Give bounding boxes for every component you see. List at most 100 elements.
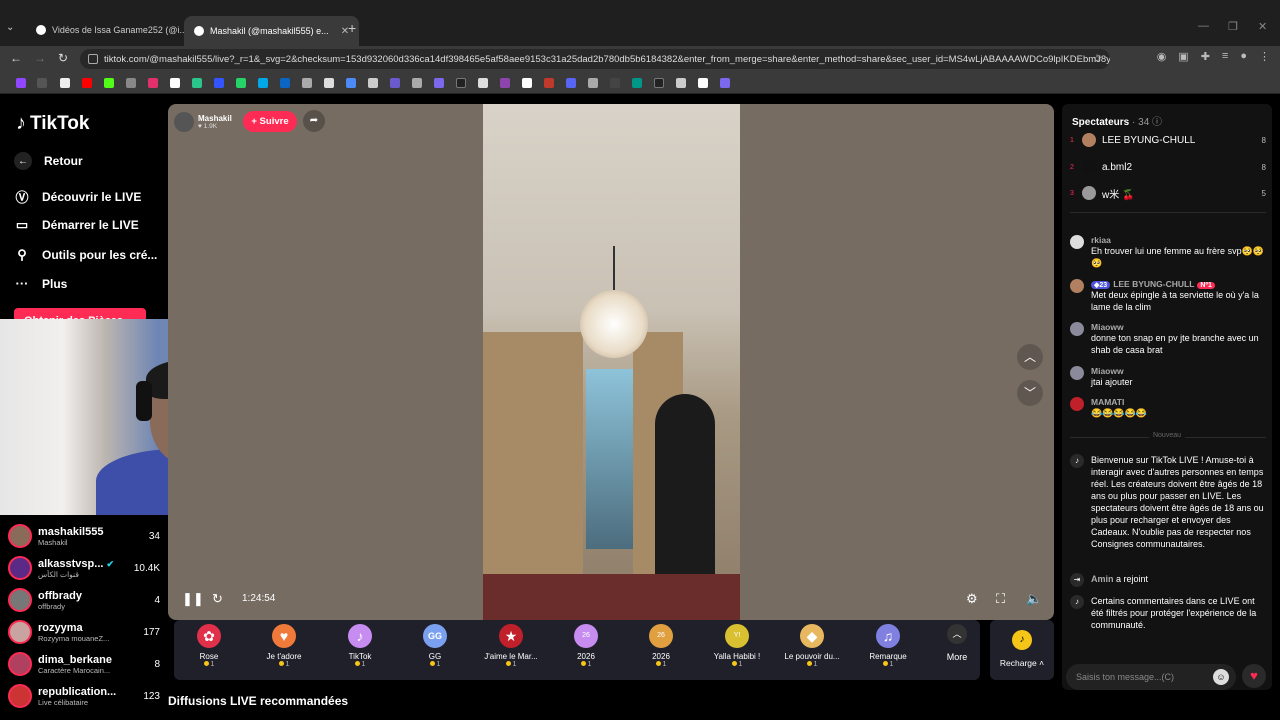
bookmark-icon[interactable] <box>280 78 290 88</box>
chat-message[interactable]: rkiaa Eh trouver lui une femme au frère … <box>1070 235 1266 269</box>
creator-item[interactable]: republication... Live célibataire 123 <box>8 680 160 712</box>
site-info-icon[interactable] <box>88 54 98 64</box>
chat-message[interactable]: ◆23 LEE BYUNG-CHULL Nº1 Met deux épingle à… <box>1070 279 1266 313</box>
bookmark-star-icon[interactable]: ☆ <box>1092 52 1102 65</box>
sidebar-item-more[interactable]: ··· Plus <box>14 276 68 291</box>
gift-item[interactable]: ♥ Je t'adore 1 <box>249 624 319 668</box>
bookmark-icon[interactable] <box>720 78 730 88</box>
creator-item[interactable]: dima_berkane Caractère Marocain... 8 <box>8 648 160 680</box>
joined-username[interactable]: Amin <box>1091 574 1114 584</box>
bookmark-icon[interactable] <box>258 78 268 88</box>
bookmark-icon[interactable] <box>170 78 180 88</box>
bookmark-icon[interactable] <box>522 78 532 88</box>
bookmark-icon[interactable] <box>126 78 136 88</box>
more-gifts-button[interactable]: ︿ More <box>942 624 972 662</box>
extension-icon[interactable]: ◉ <box>1157 50 1167 63</box>
gift-item[interactable]: Y! Yalla Habibi ! 1 <box>702 624 772 668</box>
bookmark-icon[interactable] <box>566 78 576 88</box>
pause-icon[interactable]: ❚❚ <box>182 591 204 607</box>
gift-item[interactable]: ♪ TikTok 1 <box>325 624 395 668</box>
sidebar-item-discover-live[interactable]: Ⓥ Découvrir le LIVE <box>14 187 141 206</box>
gift-item[interactable]: ◆ Le pouvoir du... 1 <box>777 624 847 668</box>
bookmark-icon[interactable] <box>632 78 642 88</box>
reload-icon[interactable]: ↻ <box>58 51 68 65</box>
browser-tab-active[interactable]: Mashakil (@mashakil555) e... ✕ <box>184 16 360 46</box>
bookmark-icon[interactable] <box>148 78 158 88</box>
sidebar-item-creator-tools[interactable]: ⚲ Outils pour les cré... <box>14 247 157 263</box>
top-viewer-row[interactable]: 3 w米 🍒 5 <box>1070 183 1266 203</box>
bookmark-icon[interactable] <box>412 78 422 88</box>
bookmark-icon[interactable] <box>16 78 26 88</box>
bookmark-icon[interactable] <box>544 78 554 88</box>
bookmark-icon[interactable] <box>104 78 114 88</box>
bookmark-icon[interactable] <box>302 78 312 88</box>
host-info[interactable]: Mashakil ♥ 1.9K <box>174 111 244 133</box>
like-heart-icon[interactable]: ♥ <box>1242 664 1266 688</box>
gift-item[interactable]: GG GG 1 <box>400 624 470 668</box>
tiktok-logo[interactable]: ♪ TikTok <box>16 112 89 135</box>
chevron-down-icon[interactable]: ﹀ <box>1017 380 1043 406</box>
gift-item[interactable]: ★ J'aime le Mar... 1 <box>476 624 546 668</box>
share-icon[interactable]: ➦ <box>303 110 325 132</box>
top-viewer-row[interactable]: 1 LEE BYUNG-CHULL 8 <box>1070 130 1266 150</box>
top-viewer-row[interactable]: 2 a.bml2 8 <box>1070 157 1266 177</box>
gift-item[interactable]: ♫ Remarque 1 <box>853 624 923 668</box>
bookmark-icon[interactable] <box>324 78 334 88</box>
follow-button[interactable]: + Suivre <box>243 111 297 132</box>
live-video-player[interactable]: Mashakil ♥ 1.9K + Suivre ➦ ︿ ﹀ ❚❚ ↻ 1:24… <box>168 104 1054 620</box>
viewers-header[interactable]: Spectateurs · 34 ⓘ <box>1072 113 1162 128</box>
bookmark-icon[interactable] <box>60 78 70 88</box>
gift-item[interactable]: 26 2026 1 <box>551 624 621 668</box>
bookmark-icon[interactable] <box>456 78 466 88</box>
bookmark-icon[interactable] <box>82 78 92 88</box>
back-arrow-icon[interactable]: ← <box>10 51 22 65</box>
menu-kebab-icon[interactable]: ⋮ <box>1259 50 1270 63</box>
sidebar-item-start-live[interactable]: ▭ Démarrer le LIVE <box>14 217 139 233</box>
emoji-icon[interactable]: ☺ <box>1213 669 1229 685</box>
puzzle-icon[interactable]: ✚ <box>1201 50 1210 63</box>
bookmark-icon[interactable] <box>500 78 510 88</box>
chat-message[interactable]: Miaoww jtai ajouter <box>1070 366 1266 388</box>
bookmark-icon[interactable] <box>434 78 444 88</box>
bookmark-icon[interactable] <box>236 78 246 88</box>
forward-arrow-icon[interactable]: → <box>34 51 46 65</box>
tab-search-icon[interactable]: ⌄ <box>6 22 14 33</box>
bookmark-icon[interactable] <box>676 78 686 88</box>
bookmark-icon[interactable] <box>368 78 378 88</box>
volume-icon[interactable]: 🔈 <box>1026 591 1042 607</box>
settings-icon[interactable]: ⚙ <box>966 591 978 607</box>
fullscreen-icon[interactable]: ⛶ <box>996 591 1005 607</box>
chat-message[interactable]: MAMATI 😂😂😂😂😂 <box>1070 397 1266 419</box>
chat-message-input[interactable]: Saisis ton message...(C) <box>1066 664 1236 690</box>
minimize-icon[interactable]: — <box>1198 20 1209 32</box>
address-bar[interactable]: tiktok.com/@mashakil555/live?_r=1&_svg=2… <box>80 49 1110 69</box>
chevron-up-icon[interactable]: ︿ <box>1017 344 1043 370</box>
media-icon[interactable]: ≡ <box>1222 50 1228 63</box>
close-window-icon[interactable]: ✕ <box>1258 20 1267 33</box>
bookmark-icon[interactable] <box>478 78 488 88</box>
back-button[interactable]: ← Retour <box>14 152 83 170</box>
extension-icon[interactable]: ▣ <box>1178 50 1188 63</box>
refresh-icon[interactable]: ↻ <box>212 591 223 607</box>
bookmark-icon[interactable] <box>37 78 47 88</box>
bookmark-icon[interactable] <box>698 78 708 88</box>
bookmark-icon[interactable] <box>214 78 224 88</box>
creator-item[interactable]: rozyyma Rozyyma mouaneZ... 177 <box>8 616 160 648</box>
bookmark-icon[interactable] <box>654 78 664 88</box>
bookmark-icon[interactable] <box>588 78 598 88</box>
profile-icon[interactable]: ● <box>1240 50 1247 63</box>
info-icon[interactable]: ⓘ <box>1152 117 1162 128</box>
creator-item[interactable]: offbrady offbrady 4 <box>8 584 160 616</box>
recharge-button[interactable]: ♪ Recharge ˄ <box>990 620 1054 680</box>
bookmark-icon[interactable] <box>192 78 202 88</box>
creator-item[interactable]: mashakil555 Mashakil 34 <box>8 520 160 552</box>
new-tab-icon[interactable]: + <box>348 20 356 36</box>
bookmark-icon[interactable] <box>390 78 400 88</box>
chat-message[interactable]: Miaoww donne ton snap en pv jte branche … <box>1070 322 1266 356</box>
bookmark-icon[interactable] <box>610 78 620 88</box>
creator-item[interactable]: alkasstvsp... ✔ قنوات الكأس 10.4K <box>8 552 160 584</box>
maximize-icon[interactable]: ❐ <box>1228 20 1238 33</box>
gift-item[interactable]: ✿ Rose 1 <box>174 624 244 668</box>
gift-item[interactable]: 26 2026 1 <box>626 624 696 668</box>
bookmark-icon[interactable] <box>346 78 356 88</box>
